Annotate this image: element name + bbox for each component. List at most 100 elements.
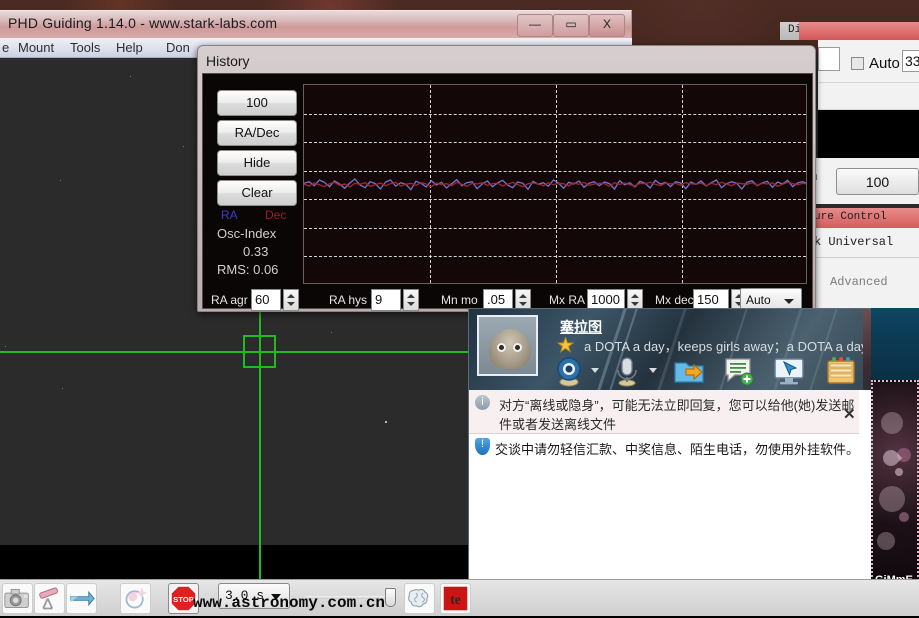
menu-item-donate[interactable]: Don	[166, 40, 190, 55]
ra-aggressiveness-label: RA agr	[211, 293, 248, 307]
microphone-dropdown-icon[interactable]	[649, 368, 657, 373]
guide-star-reticle[interactable]	[243, 335, 276, 368]
minimize-icon: —	[529, 17, 541, 31]
guiding-graph[interactable]	[303, 84, 807, 284]
auto-label: Auto	[869, 55, 900, 72]
max-ra-duration-value: 1000	[591, 292, 620, 307]
display-value-field[interactable]	[818, 47, 840, 71]
loop-button[interactable]	[66, 583, 97, 614]
contact-name[interactable]: 塞拉囹	[560, 317, 602, 337]
history-window[interactable]: History 100 RA/Dec Hide Clear RA Dec Osc…	[197, 45, 816, 312]
telescope-button[interactable]	[34, 583, 65, 614]
watermark: www.astronomy.com.cn	[193, 594, 386, 612]
svg-text:STOP: STOP	[173, 595, 194, 604]
brain-button[interactable]	[404, 583, 435, 614]
menu-item-mount[interactable]: Mount	[18, 40, 54, 55]
webcam-icon[interactable]	[553, 355, 585, 387]
min-motion-label: Mn mo	[441, 293, 478, 307]
ra-aggressiveness-spinner[interactable]	[283, 289, 299, 311]
microphone-icon[interactable]	[611, 355, 643, 387]
webcam-dropdown-icon[interactable]	[591, 368, 599, 373]
shield-icon: !	[475, 438, 490, 455]
clear-button[interactable]: Clear	[217, 180, 297, 206]
notice-close-icon[interactable]: ✕	[843, 405, 856, 423]
legend-ra: RA	[221, 208, 238, 222]
ra-hysteresis-input[interactable]: 9	[371, 289, 401, 311]
spinner-down-icon[interactable]	[287, 302, 295, 306]
panel-dark-strip	[818, 110, 919, 158]
svg-text:te: te	[450, 592, 461, 607]
menu-item-help[interactable]: Help	[116, 40, 143, 55]
ra-hysteresis-spinner[interactable]	[403, 289, 419, 311]
menu-item-tools[interactable]: Tools	[70, 40, 100, 55]
universal-row[interactable]: k Universal	[808, 228, 919, 258]
ra-aggressiveness-value: 60	[255, 292, 270, 307]
history-window-title: History	[206, 53, 250, 69]
mode-button[interactable]: RA/Dec	[217, 120, 297, 146]
ra-hysteresis-value: 9	[375, 292, 383, 307]
camera-icon	[4, 588, 29, 609]
record-button[interactable]: te	[440, 583, 471, 614]
mode-label: RA/Dec	[234, 125, 280, 140]
close-button[interactable]: X	[589, 14, 625, 37]
osc-index-value: 0.33	[243, 244, 269, 259]
hide-button[interactable]: Hide	[217, 150, 297, 176]
history-length-button[interactable]: 100	[217, 90, 297, 116]
exposure-control-label: ure Control	[814, 211, 887, 223]
rms-label: RMS: 0.06	[217, 262, 279, 277]
close-icon: X	[602, 17, 611, 31]
panel-separator	[818, 82, 919, 110]
dec-guide-mode-value: Auto	[746, 293, 771, 307]
menu-item-file[interactable]: e	[2, 40, 9, 55]
advanced-spacer	[808, 258, 919, 270]
auto-checkbox[interactable]	[851, 57, 864, 70]
graph-traces	[304, 178, 806, 191]
exposure-control-header: ure Control	[808, 208, 919, 228]
remote-desktop-icon[interactable]	[773, 355, 805, 387]
advanced-label: Advanced	[830, 275, 888, 289]
camera-button[interactable]	[2, 583, 33, 614]
gain-value: 33	[905, 53, 919, 69]
spinner-up-icon[interactable]	[631, 294, 639, 298]
osc-index-label: Osc-Index	[217, 226, 277, 241]
brain-icon	[408, 588, 429, 608]
history-window-body: 100 RA/Dec Hide Clear RA Dec Osc-Index 0…	[202, 73, 813, 312]
minimize-button[interactable]: —	[517, 14, 553, 37]
spinner-down-icon[interactable]	[519, 302, 527, 306]
gain-field[interactable]: 33	[902, 50, 919, 72]
qq-chat-window[interactable]: 塞拉囹 a DOTA a day，keeps girls away；a DOTA…	[468, 308, 919, 616]
display-titlebar	[799, 22, 919, 40]
chat-history-icon[interactable]	[723, 355, 755, 387]
advanced-button[interactable]: Advanced	[808, 270, 919, 298]
avatar-eye-right	[513, 343, 522, 352]
ad-banner-top[interactable]	[871, 308, 919, 380]
phd-titlebar[interactable]: PHD Guiding 1.14.0 - www.stark-labs.com …	[0, 10, 632, 38]
avatar-eye-left	[497, 343, 506, 352]
spinner-down-icon[interactable]	[407, 302, 415, 306]
maximize-icon: ▭	[565, 17, 577, 31]
spinner-down-icon[interactable]	[631, 302, 639, 306]
maximize-button[interactable]: ▭	[553, 14, 589, 37]
universal-label: k Universal	[814, 235, 894, 249]
max-ra-duration-label: Mx RA	[549, 293, 585, 307]
spinner-up-icon[interactable]	[407, 294, 415, 298]
phd-bottom-toolbar[interactable]: STOP te	[0, 579, 919, 616]
offline-notice-line2: 件或者发送离线文件	[499, 417, 617, 432]
ra-aggressiveness-input[interactable]: 60	[251, 289, 281, 311]
spinner-up-icon[interactable]	[519, 294, 527, 298]
send-file-icon[interactable]	[673, 355, 705, 387]
offline-notice: i 对方“离线或隐身”，可能无法立即回复，您可以给他(她)发送邮 件或者发送离线…	[469, 390, 859, 434]
history-length-label: 100	[246, 95, 268, 110]
info-icon: i	[475, 395, 490, 410]
chevron-down-icon	[784, 299, 794, 304]
max-dec-duration-label: Mx dec	[655, 293, 694, 307]
offline-notice-line1: 对方“离线或隐身”，可能无法立即回复，您可以给他(她)发送邮	[499, 398, 855, 413]
avatar[interactable]	[477, 315, 538, 376]
spinner-up-icon[interactable]	[287, 294, 295, 298]
brightness-slider-knob[interactable]	[385, 588, 396, 607]
gift-icon[interactable]	[825, 355, 857, 387]
zoom-100-button[interactable]: 100	[836, 168, 919, 195]
hide-label: Hide	[243, 155, 271, 170]
avatar-squid-image	[489, 329, 531, 369]
guide-star-button[interactable]	[120, 583, 151, 614]
